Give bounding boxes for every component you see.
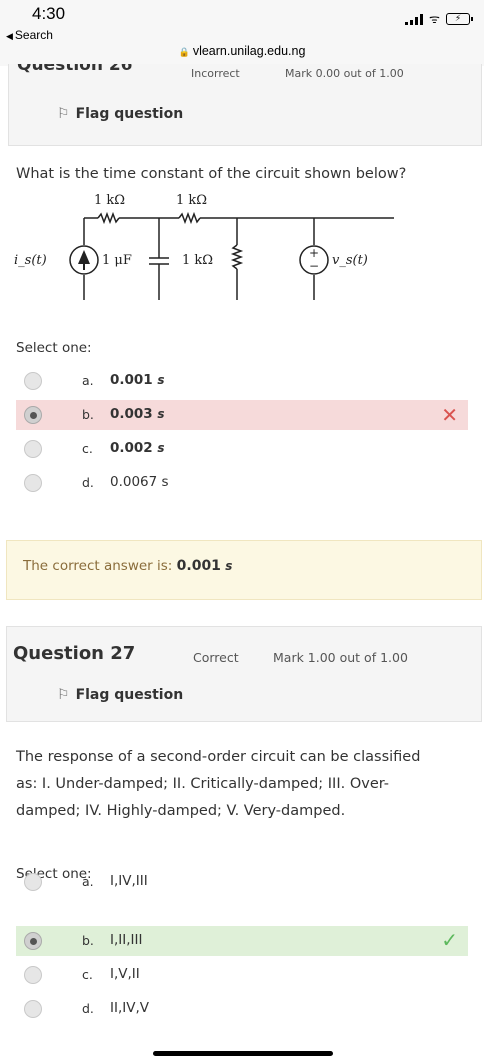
label-r1: 1 kΩ xyxy=(94,193,125,208)
radio-27-b[interactable] xyxy=(24,932,42,950)
question-27-text: The response of a second-order circuit c… xyxy=(16,749,421,819)
flag-icon: ⚐ xyxy=(57,687,70,703)
label-r2: 1 kΩ xyxy=(176,193,207,208)
svg-text:−: − xyxy=(309,259,319,273)
signal-icon xyxy=(405,13,424,25)
radio-26-a[interactable] xyxy=(24,372,42,390)
check-icon: ✓ xyxy=(441,928,458,952)
home-indicator[interactable] xyxy=(153,1051,333,1056)
option-26-a[interactable]: a. 0.001 s xyxy=(16,366,468,396)
question-27-info: Question 27 Correct Mark 1.00 out of 1.0… xyxy=(6,626,482,722)
flag-question-26[interactable]: ⚐ Flag question xyxy=(57,106,183,122)
option-26-c[interactable]: c. 0.002 s xyxy=(16,434,468,464)
question-27-mark: Mark 1.00 out of 1.00 xyxy=(273,650,408,665)
radio-26-c[interactable] xyxy=(24,440,42,458)
select-one-label-26: Select one: xyxy=(16,340,92,356)
radio-27-d[interactable] xyxy=(24,1000,42,1018)
back-to-search[interactable]: ◀ Search xyxy=(6,28,53,42)
question-26-text: What is the time constant of the circuit… xyxy=(16,166,407,182)
resistor-1 xyxy=(97,211,120,225)
clock: 4:30 xyxy=(32,4,66,23)
resistor-3 xyxy=(230,244,244,270)
lock-icon: 🔒 xyxy=(178,47,190,57)
option-27-c[interactable]: c. I,V,II xyxy=(16,960,468,990)
radio-26-d[interactable] xyxy=(24,474,42,492)
question-26-info: Question 26 Incorrect Mark 0.00 out of 1… xyxy=(8,55,482,146)
resistor-2 xyxy=(178,211,201,225)
battery-icon: ⚡ xyxy=(446,12,473,25)
url-bar-overlay[interactable]: 🔒 vlearn.unilag.edu.ng xyxy=(0,44,484,58)
cross-icon: ✕ xyxy=(441,403,458,427)
feedback-box: The correct answer is: 0.001 s xyxy=(6,540,482,600)
option-27-a[interactable]: a. I,IV,III xyxy=(16,867,468,897)
option-27-b[interactable]: b. I,II,III ✓ xyxy=(16,926,468,956)
label-vs: v_s(t) xyxy=(332,253,368,268)
question-26-state: Incorrect xyxy=(191,67,240,80)
label-c: 1 μF xyxy=(102,253,132,268)
radio-27-a[interactable] xyxy=(24,873,42,891)
svg-text:+: + xyxy=(309,246,319,260)
radio-27-c[interactable] xyxy=(24,966,42,984)
option-27-d[interactable]: d. II,IV,V xyxy=(16,994,468,1024)
label-r3: 1 kΩ xyxy=(182,253,213,268)
flag-icon: ⚐ xyxy=(57,106,70,122)
label-is: i_s(t) xyxy=(14,253,47,268)
radio-26-b[interactable] xyxy=(24,406,42,424)
option-26-d[interactable]: d. 0.0067 s xyxy=(16,468,468,498)
option-26-b[interactable]: b. 0.003 s ✕ xyxy=(16,400,468,430)
question-26-mark: Mark 0.00 out of 1.00 xyxy=(285,67,404,80)
question-27-state: Correct xyxy=(193,650,239,665)
flag-question-27[interactable]: ⚐ Flag question xyxy=(57,687,183,703)
circuit-diagram: + − 1 kΩ 1 kΩ i_s(t) 1 μF 1 kΩ v_s(t) xyxy=(14,193,394,300)
question-27-title: Question 27 xyxy=(13,643,136,664)
back-arrow-icon: ◀ xyxy=(6,31,13,41)
correct-answer-text: The correct answer is: 0.001 s xyxy=(23,558,233,574)
status-icons: ᯤ ⚡ xyxy=(405,10,473,27)
wifi-icon: ᯤ xyxy=(429,12,440,26)
